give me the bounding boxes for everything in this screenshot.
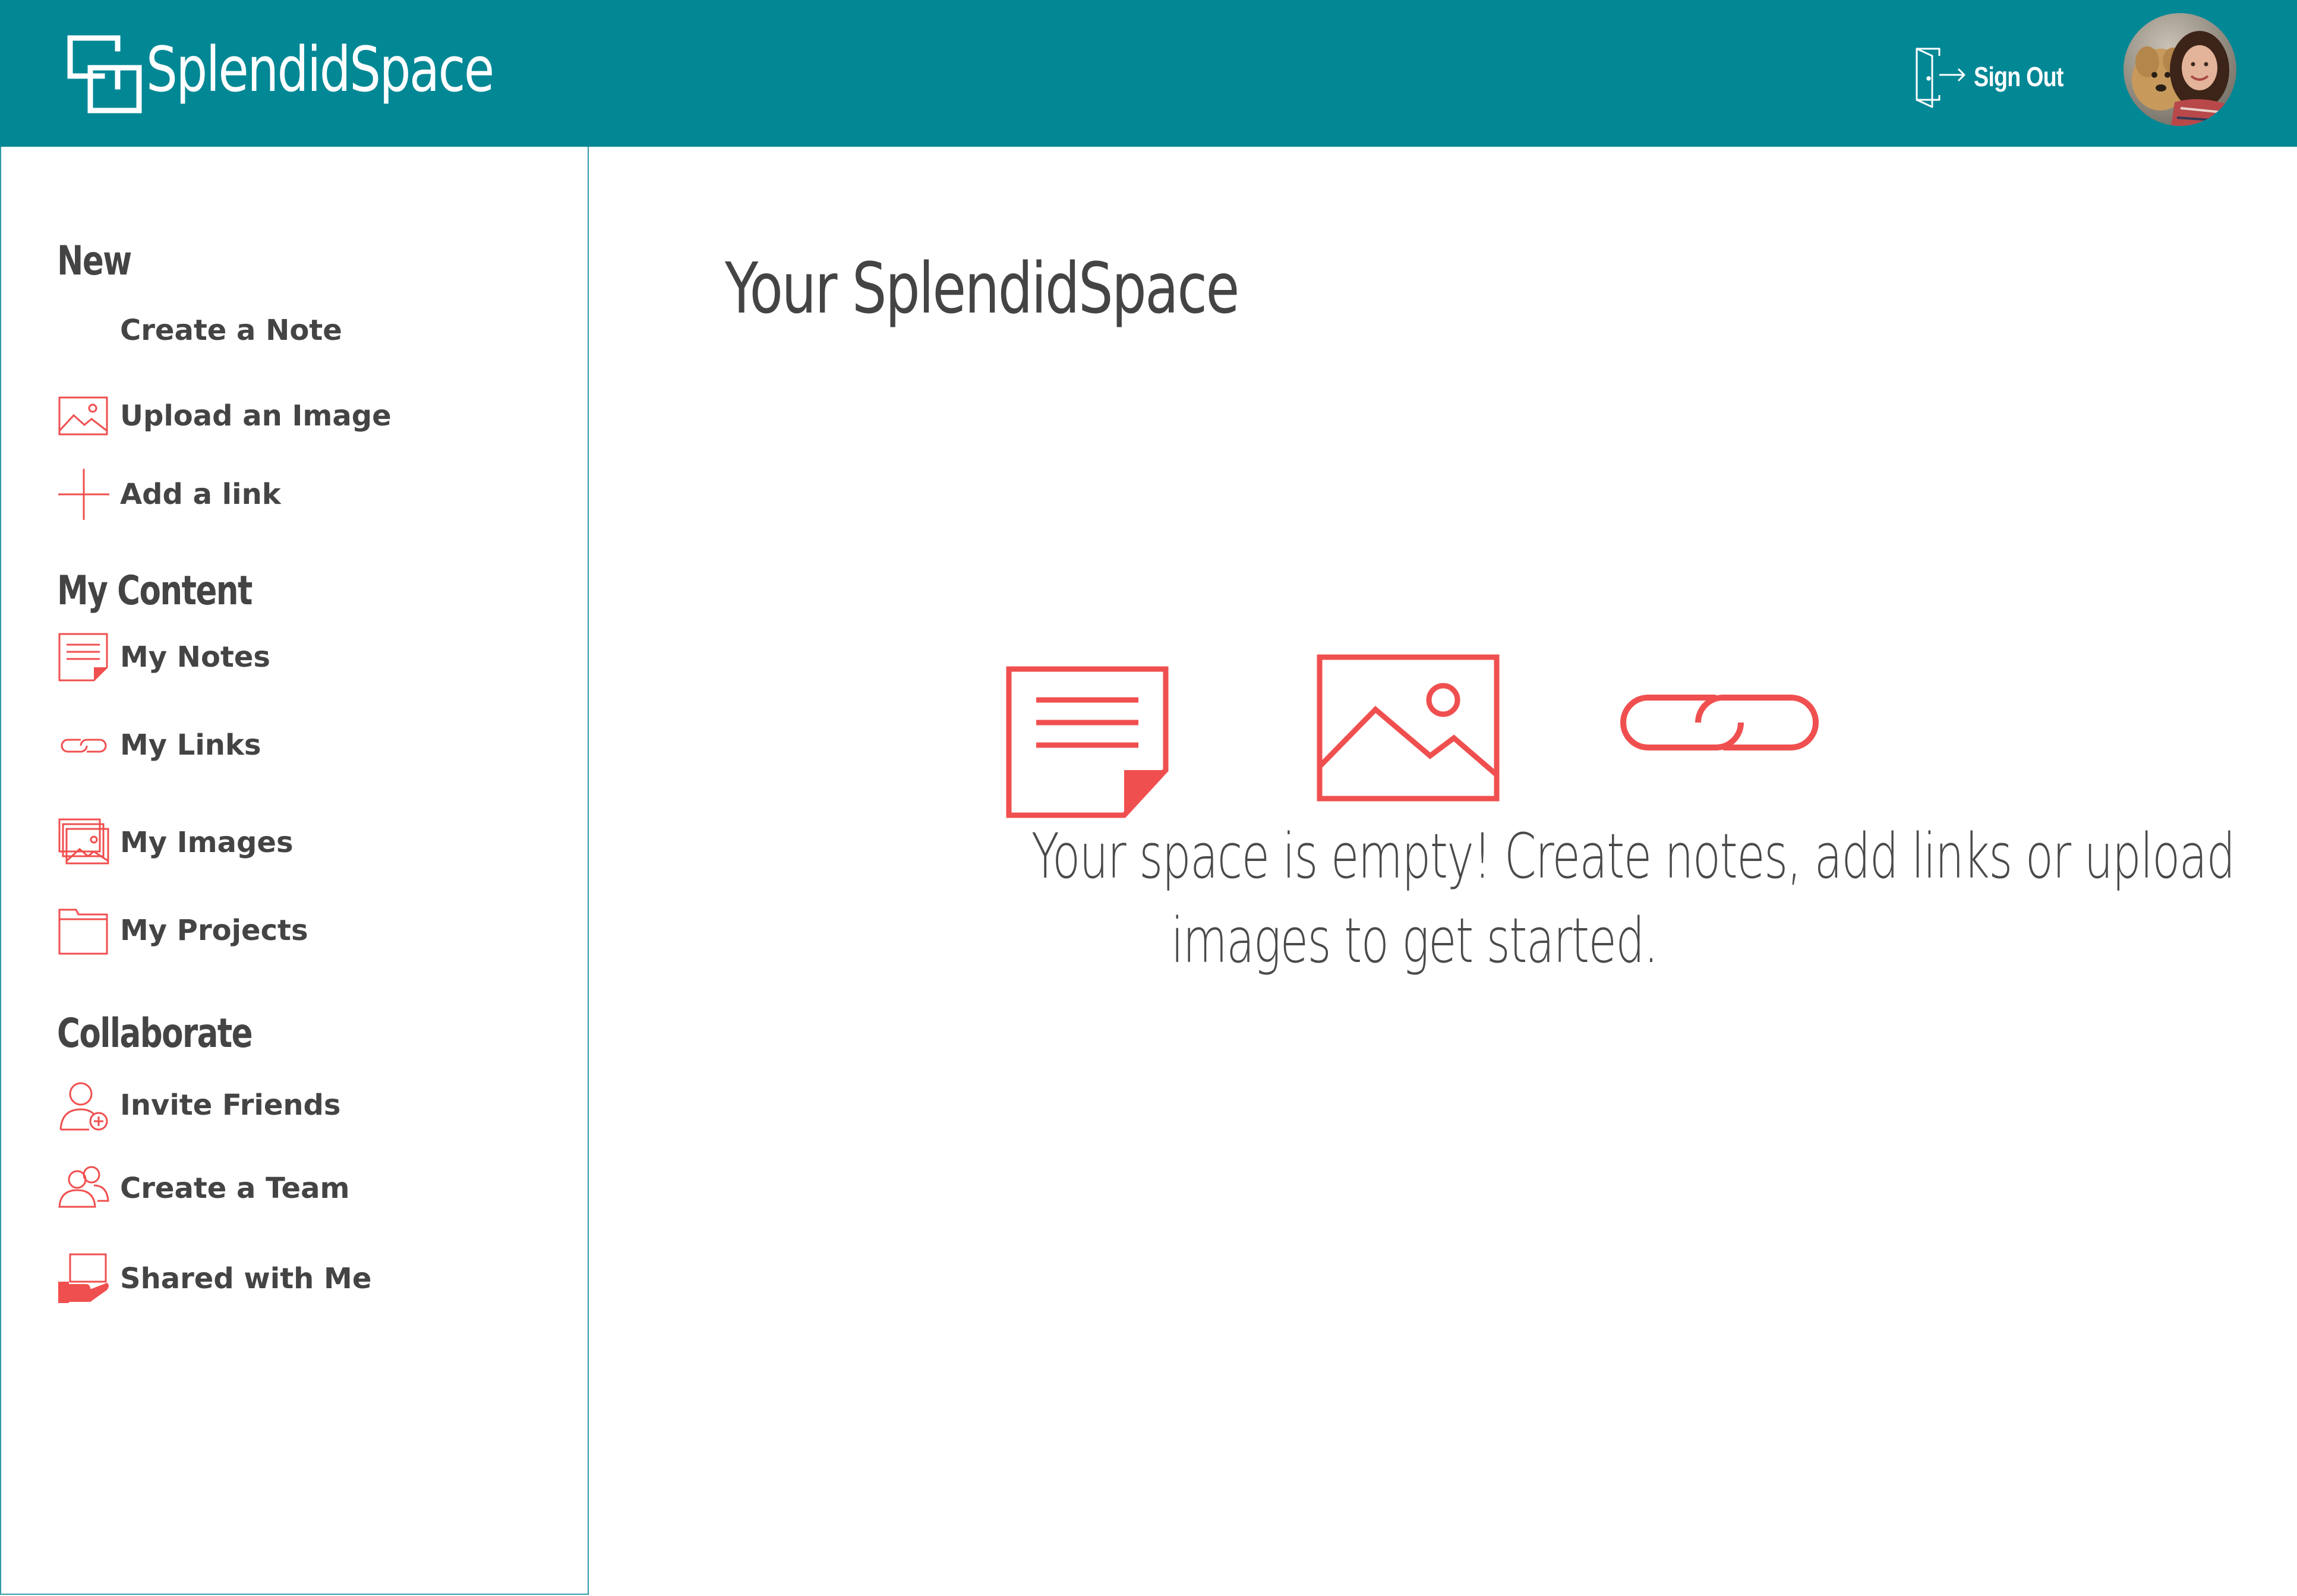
sidebar-item-add-link[interactable]: Add a link [57,466,568,523]
sidebar-item-label: Shared with Me [120,1262,372,1295]
door-exit-icon [1916,48,1965,108]
image-icon [57,389,111,443]
blank-icon [57,304,111,357]
add-user-icon [57,1078,111,1132]
sidebar-item-label: My Links [120,728,261,762]
sidebar-item-shared-with-me[interactable]: Shared with Me [57,1250,568,1307]
link-icon [57,718,111,772]
sidebar-item-label: Create a Note [120,314,342,347]
section-heading-new: New [57,238,132,285]
empty-state-line-1: Your space is empty! Create notes, add l… [1031,820,2236,892]
image-icon [1317,654,1500,802]
sign-out-button[interactable]: Sign Out [1912,44,2083,109]
empty-state-line-2: images to get started. [1170,904,1658,977]
sidebar-item-my-links[interactable]: My Links [57,717,568,774]
folder-icon [57,904,111,957]
avatar-image [2124,13,2236,126]
sidebar-item-invite-friends[interactable]: Invite Friends [57,1077,568,1134]
plus-icon [57,468,111,521]
splendidspace-logo-icon[interactable] [67,34,143,114]
sidebar-item-my-projects[interactable]: My Projects [57,902,568,959]
sidebar-item-label: My Notes [120,641,270,674]
sidebar-item-label: My Images [120,826,294,859]
empty-state-message: Your space is empty! Create notes, add l… [820,814,2236,983]
avatar[interactable] [2124,13,2236,126]
images-stack-icon [57,816,111,869]
brand-name[interactable]: SplendidSpace [146,31,494,108]
sidebar-item-label: Upload an Image [120,399,392,433]
empty-state-icons [998,654,1830,820]
top-header: SplendidSpace Sign Out [0,0,2297,147]
sidebar-item-my-notes[interactable]: My Notes [57,629,568,686]
link-icon [1620,695,1819,750]
note-icon [1006,666,1169,818]
sidebar-item-upload-image[interactable]: Upload an Image [57,387,568,444]
sidebar-item-label: Invite Friends [120,1089,341,1122]
sidebar-item-label: My Projects [120,914,308,947]
shared-hand-icon [57,1252,111,1305]
sidebar-item-label: Create a Team [120,1172,350,1205]
section-heading-my-content: My Content [57,567,253,614]
sidebar-item-create-team[interactable]: Create a Team [57,1160,568,1217]
sidebar-item-label: Add a link [120,478,281,511]
sidebar-item-create-note[interactable]: Create a Note [57,302,568,359]
sign-out-label: Sign Out [1974,61,2063,92]
page-title: Your SplendidSpace [725,247,1239,329]
section-heading-collaborate: Collaborate [57,1010,253,1057]
note-icon [57,630,111,684]
team-icon [57,1162,111,1215]
sidebar-item-my-images[interactable]: My Images [57,814,568,871]
